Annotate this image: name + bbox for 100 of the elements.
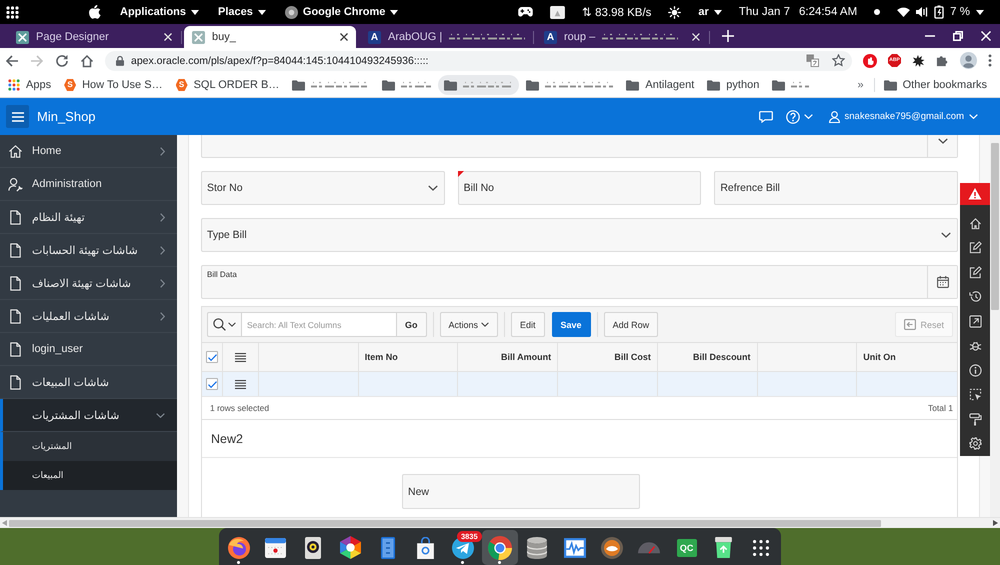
top-bar-menu[interactable]: Applications [120,6,200,18]
edit-icon[interactable] [968,241,982,254]
nav-item[interactable]: شاشات المشتريات [0,399,177,432]
top-bar-menu[interactable]: Google Chrome [284,6,398,18]
toolbar-button[interactable]: Edit [511,312,545,337]
select-field[interactable]: Type Bill [201,218,958,252]
go-button[interactable]: Go [396,312,426,337]
column-header[interactable]: Unit On [863,352,896,362]
site-logo: S [176,79,188,91]
nav-item[interactable]: تهيئة النظام [0,201,177,234]
clock-button[interactable]: Thu Jan 7 6:24:54 AM [738,6,858,18]
top-bar-menu[interactable]: Places [218,6,266,18]
bookmark-link[interactable]: S How To Use S… [58,75,169,95]
toolbar-button[interactable]: Save [552,312,591,337]
close-icon[interactable] [340,33,348,41]
reload-icon[interactable] [55,54,69,68]
nav-item[interactable]: Administration [0,168,177,201]
app-title[interactable]: Min_Shop [37,109,96,124]
menu-button[interactable] [6,105,29,128]
document-icon [8,308,23,324]
hand-stop-icon[interactable] [863,54,877,68]
user-menu[interactable]: snakesnake795@gmail.com [828,110,978,122]
bookmark-link[interactable]: S SQL ORDER B… [170,75,286,95]
warning-icon[interactable] [960,183,990,205]
column-header[interactable]: Bill Cost [614,352,651,362]
more-bookmarks-button[interactable]: » [854,79,868,91]
browser-tab[interactable]: buy_ [184,26,356,48]
user-wrench-icon [8,176,23,192]
browser-tab[interactable]: A roup – [536,26,708,48]
bookmark-link[interactable]: Apps [2,75,58,95]
nav-item[interactable]: شاشات تهيئة الحسابات [0,234,177,267]
select-all-checkbox[interactable] [206,351,218,363]
scroll-right-arrow-icon[interactable] [993,520,998,526]
paint-roller-icon[interactable] [968,412,982,426]
more-menu-icon[interactable] [988,54,992,67]
info-icon[interactable] [968,364,982,376]
lock-icon [116,56,124,66]
scrollbar-thumb[interactable] [991,143,999,310]
dock-item[interactable] [482,530,518,565]
text-field[interactable]: New [402,474,640,509]
bookmark-link[interactable]: Antilagent [620,75,700,95]
help-menu[interactable] [786,110,813,124]
star-icon[interactable] [832,54,845,67]
settings-icon[interactable] [968,437,982,450]
browser-tab[interactable]: Page Designer [8,26,180,48]
bug-icon[interactable] [968,339,982,352]
address-field[interactable]: apex.oracle.com/pls/apex/f?p=84044:145:104410493245936::::: [105,50,852,70]
search-field[interactable]: Search: All Text Columns [242,312,396,337]
search-options-button[interactable] [207,312,242,337]
app-grid-icon[interactable] [6,6,19,18]
text-field[interactable]: Bill No [458,171,702,205]
apple-icon[interactable] [89,5,101,19]
avatar-icon[interactable] [960,52,977,69]
folder-icon [626,80,640,90]
letter-favicon: A [544,30,557,44]
row-menu-icon[interactable] [235,380,246,388]
nav-subitem[interactable]: المشتريات [0,432,177,461]
gamepad-icon[interactable] [518,7,533,17]
row-menu-icon[interactable] [235,352,246,362]
keyboard-layout-menu[interactable]: ar [698,6,722,18]
date-field[interactable]: Bill Data [201,265,958,299]
chat-icon[interactable] [758,110,773,122]
bookmark-link[interactable]: Other bookmarks [878,75,993,95]
new-tab-icon[interactable] [722,30,734,42]
splat-icon[interactable] [912,54,925,68]
back-arrow-icon[interactable] [5,54,19,68]
browser-tab[interactable]: A ArabOUG | [360,26,532,48]
translate-icon[interactable] [806,54,819,67]
sun-icon[interactable] [668,6,682,18]
export-icon[interactable] [968,314,982,328]
minimize-icon[interactable] [925,35,935,37]
restore-icon[interactable] [953,31,963,41]
select-field[interactable]: Stor No [201,171,445,205]
cursor-select-icon[interactable] [968,388,982,401]
nav-item[interactable]: Home [0,135,177,168]
bookmark-link[interactable] [438,75,520,95]
nav-item[interactable]: login_user [0,333,177,366]
system-status-menu[interactable]: 7 % [897,5,984,19]
history-icon[interactable] [968,290,982,303]
row-checkbox[interactable] [206,378,218,390]
nav-item[interactable]: شاشات تهيئة الاصناف [0,267,177,300]
triangle-tile-icon[interactable] [550,6,565,18]
column-header[interactable]: Item No [364,352,398,362]
scrollbar-thumb[interactable] [9,520,881,526]
check-icon [208,354,216,360]
nav-item[interactable]: شاشات العمليات [0,300,177,333]
text-field[interactable]: Refrence Bill [714,171,958,205]
puzzle-icon[interactable] [936,54,949,67]
fox-globe-icon [226,536,251,560]
toolbar-button[interactable]: Add Row [604,312,658,337]
apps-grid-icon [8,79,20,91]
bookmark-link[interactable]: python [701,75,766,95]
column-header[interactable]: Bill Amount [500,352,552,362]
column-header[interactable]: Bill Descount [693,352,751,362]
calendar-button[interactable] [927,266,957,298]
status-dot-icon [874,9,880,15]
actions-menu-button[interactable]: Actions [440,312,498,337]
nav-subitem[interactable]: المبيعات [0,461,177,490]
edit-icon[interactable] [968,266,982,278]
home-icon[interactable] [80,54,94,68]
